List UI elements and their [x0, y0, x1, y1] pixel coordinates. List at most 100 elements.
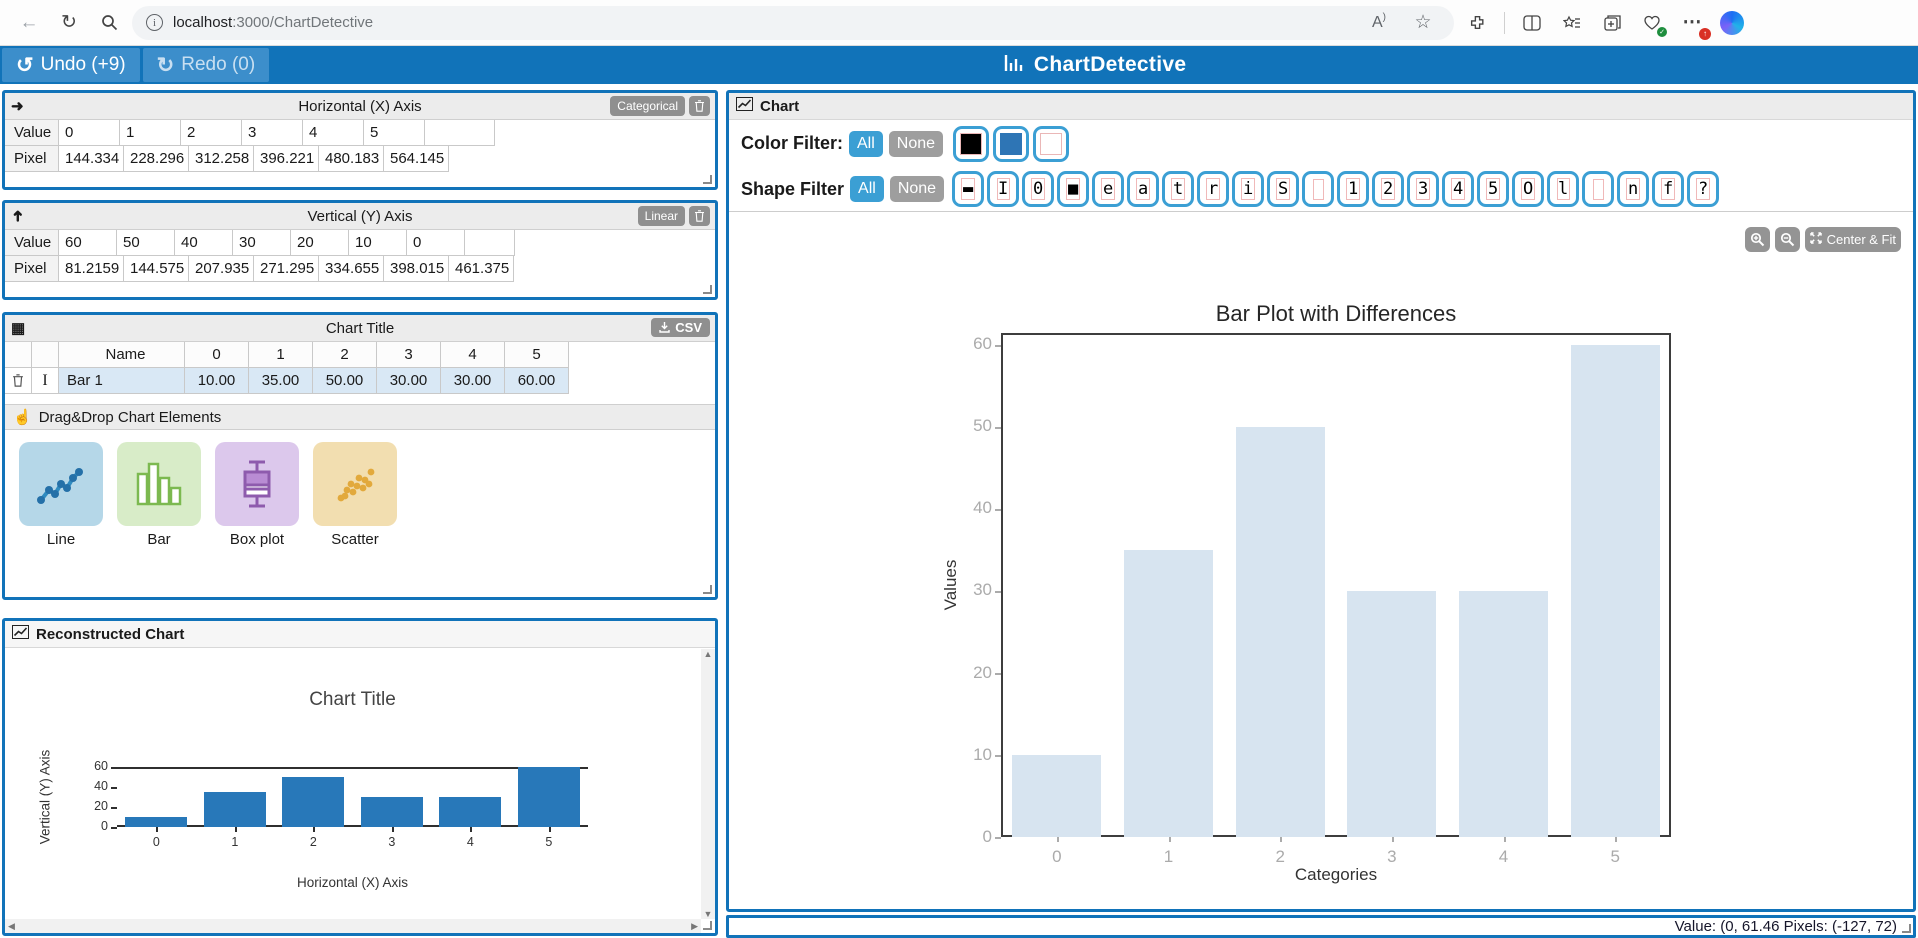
palette-tile-bar[interactable]: [117, 442, 201, 526]
xaxis-value-cell[interactable]: 1: [120, 120, 181, 146]
address-bar[interactable]: i localhost:3000/ChartDetective A) ☆: [132, 6, 1454, 40]
series-value-cell[interactable]: 30.00: [377, 368, 441, 394]
copilot-icon[interactable]: [1715, 6, 1749, 40]
shape-filter-button[interactable]: e: [1092, 171, 1124, 207]
xaxis-value-cell[interactable]: 4: [303, 120, 364, 146]
shape-filter-button[interactable]: 2: [1372, 171, 1404, 207]
palette-tile-box-plot[interactable]: [215, 442, 299, 526]
yaxis-pixel-cell[interactable]: 398.015: [384, 256, 449, 282]
shape-filter-button[interactable]: n: [1617, 171, 1649, 207]
shape-filter-button[interactable]: i: [1232, 171, 1264, 207]
resize-handle[interactable]: [703, 285, 712, 294]
delete-series-button[interactable]: [5, 368, 32, 394]
read-aloud-icon[interactable]: A): [1362, 6, 1396, 40]
bar[interactable]: [1236, 427, 1325, 837]
xaxis-value-cell[interactable]: 5: [364, 120, 425, 146]
series-value-cell[interactable]: 35.00: [249, 368, 313, 394]
yaxis-value-cell[interactable]: 60: [59, 230, 117, 256]
back-icon[interactable]: ←: [12, 6, 46, 40]
vertical-scrollbar[interactable]: ▲▼: [701, 649, 715, 919]
xaxis-pixel-cell[interactable]: 480.183: [319, 146, 384, 172]
series-value-cell[interactable]: 30.00: [441, 368, 505, 394]
shape-filter-button[interactable]: ▬: [952, 171, 984, 207]
palette-tile-scatter[interactable]: [313, 442, 397, 526]
redo-button[interactable]: ↻ Redo (0): [143, 48, 270, 82]
bar[interactable]: [1571, 345, 1660, 837]
yaxis-value-cell[interactable]: [465, 230, 515, 256]
color-swatch-button[interactable]: [993, 126, 1029, 162]
horizontal-scrollbar[interactable]: ◀▶: [5, 919, 701, 933]
xaxis-value-cell[interactable]: [425, 120, 495, 146]
shape-filter-button[interactable]: [1582, 171, 1614, 207]
yaxis-value-cell[interactable]: 20: [291, 230, 349, 256]
xaxis-value-cell[interactable]: 3: [242, 120, 303, 146]
resize-handle[interactable]: [703, 921, 712, 930]
scroll-left-icon[interactable]: ◀: [8, 921, 15, 932]
xaxis-value-cell[interactable]: 2: [181, 120, 242, 146]
bar[interactable]: [1459, 591, 1548, 837]
shape-filter-button[interactable]: O: [1512, 171, 1544, 207]
yaxis-pixel-cell[interactable]: 81.2159: [59, 256, 124, 282]
csv-export-button[interactable]: CSV: [651, 318, 710, 337]
favorites-list-icon[interactable]: [1555, 6, 1589, 40]
split-screen-icon[interactable]: [1515, 6, 1549, 40]
color-swatch-button[interactable]: [953, 126, 989, 162]
zoom-in-button[interactable]: [1745, 227, 1770, 252]
color-filter-all-button[interactable]: All: [849, 131, 883, 157]
browser-essentials-icon[interactable]: ✓: [1635, 6, 1669, 40]
shape-filter-button[interactable]: 1: [1337, 171, 1369, 207]
zoom-out-button[interactable]: [1775, 227, 1800, 252]
scroll-right-icon[interactable]: ▶: [691, 921, 698, 932]
shape-filter-button[interactable]: [1302, 171, 1334, 207]
series-value-cell[interactable]: 10.00: [185, 368, 249, 394]
xaxis-value-cell[interactable]: 0: [59, 120, 120, 146]
search-icon[interactable]: [92, 6, 126, 40]
undo-button[interactable]: ↺ Undo (+9): [2, 48, 140, 82]
extensions-icon[interactable]: [1460, 6, 1494, 40]
yaxis-pixel-cell[interactable]: 271.295: [254, 256, 319, 282]
shape-filter-button[interactable]: l: [1547, 171, 1579, 207]
favorite-star-icon[interactable]: ☆: [1406, 6, 1440, 40]
yaxis-value-cell[interactable]: 50: [117, 230, 175, 256]
yaxis-pixel-cell[interactable]: 334.655: [319, 256, 384, 282]
scroll-down-icon[interactable]: ▼: [704, 909, 713, 919]
palette-tile-line[interactable]: [19, 442, 103, 526]
xaxis-pixel-cell[interactable]: 228.296: [124, 146, 189, 172]
resize-handle[interactable]: [703, 585, 712, 594]
shape-filter-none-button[interactable]: None: [890, 176, 944, 202]
shape-filter-button[interactable]: 3: [1407, 171, 1439, 207]
collections-icon[interactable]: [1595, 6, 1629, 40]
x-axis-delete-button[interactable]: [689, 96, 710, 116]
shape-filter-button[interactable]: a: [1127, 171, 1159, 207]
xaxis-pixel-cell[interactable]: 564.145: [384, 146, 449, 172]
yaxis-value-cell[interactable]: 0: [407, 230, 465, 256]
resize-handle[interactable]: [703, 175, 712, 184]
settings-menu-icon[interactable]: ⋯ ↑: [1675, 6, 1709, 40]
shape-filter-button[interactable]: 5: [1477, 171, 1509, 207]
color-filter-none-button[interactable]: None: [889, 131, 943, 157]
yaxis-value-cell[interactable]: 10: [349, 230, 407, 256]
yaxis-pixel-cell[interactable]: 461.375: [449, 256, 514, 282]
resize-handle[interactable]: [1902, 924, 1911, 933]
shape-filter-button[interactable]: 4: [1442, 171, 1474, 207]
main-chart-canvas[interactable]: Center & Fit Bar Plot with Differences01…: [729, 213, 1913, 909]
shape-filter-button[interactable]: ■: [1057, 171, 1089, 207]
xaxis-pixel-cell[interactable]: 144.334: [59, 146, 124, 172]
xaxis-pixel-cell[interactable]: 396.221: [254, 146, 319, 172]
shape-filter-button[interactable]: r: [1197, 171, 1229, 207]
shape-filter-button[interactable]: S: [1267, 171, 1299, 207]
refresh-icon[interactable]: ↻: [52, 6, 86, 40]
xaxis-pixel-cell[interactable]: 312.258: [189, 146, 254, 172]
shape-filter-button[interactable]: f: [1652, 171, 1684, 207]
yaxis-pixel-cell[interactable]: 207.935: [189, 256, 254, 282]
series-name-cell[interactable]: Bar 1: [59, 368, 185, 394]
shape-filter-button[interactable]: t: [1162, 171, 1194, 207]
color-swatch-button[interactable]: [1033, 126, 1069, 162]
bar[interactable]: [1012, 755, 1101, 837]
shape-filter-button[interactable]: I: [987, 171, 1019, 207]
site-info-icon[interactable]: i: [146, 14, 163, 31]
y-axis-delete-button[interactable]: [689, 206, 710, 226]
shape-filter-button[interactable]: 0: [1022, 171, 1054, 207]
x-axis-type-badge[interactable]: Categorical: [610, 96, 685, 116]
shape-filter-button[interactable]: ?: [1687, 171, 1719, 207]
